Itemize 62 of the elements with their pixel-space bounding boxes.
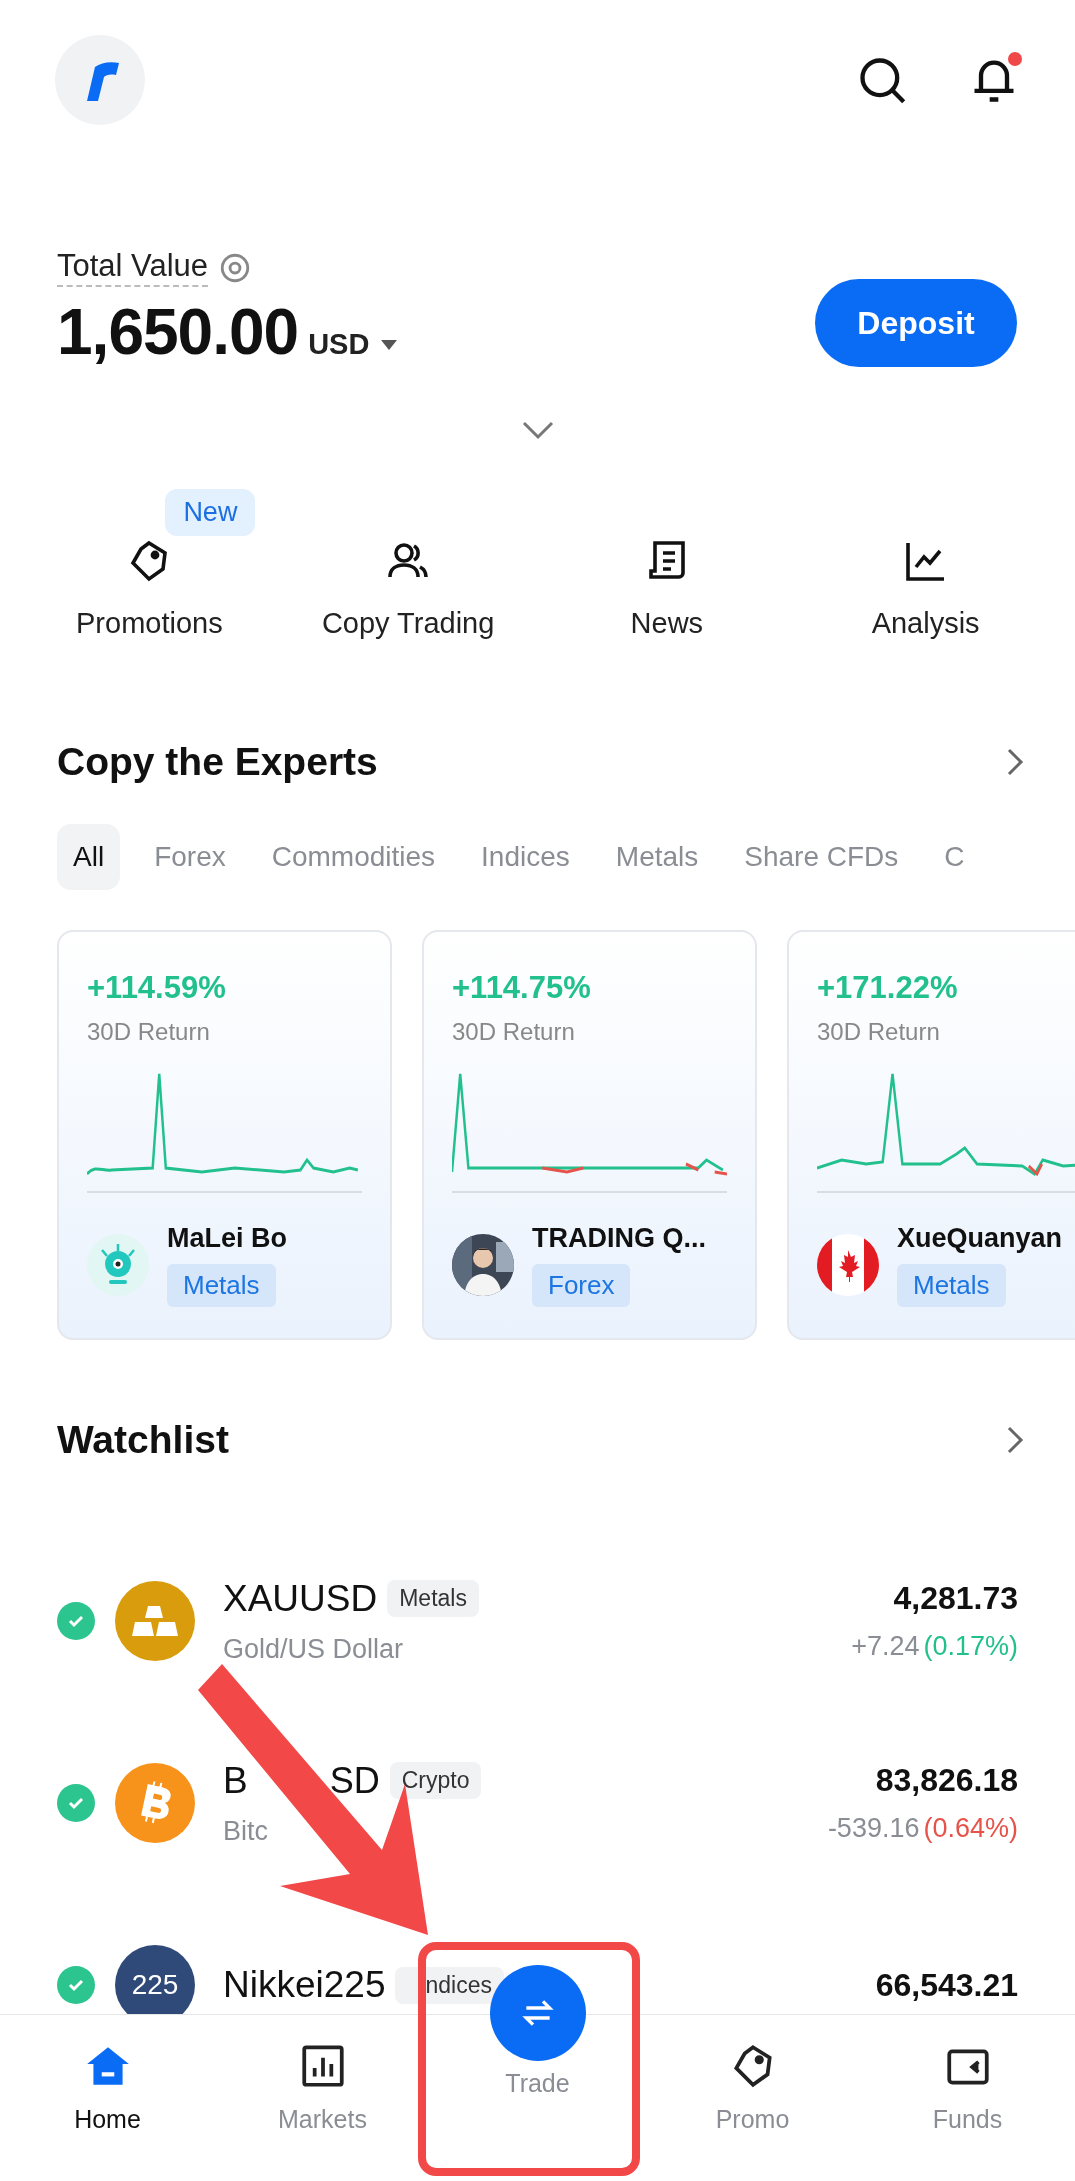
section-title: Watchlist [57,1418,229,1462]
price-change: -539.16 [827,1813,920,1844]
return-percent: +114.75% [452,970,592,1006]
nav-tab[interactable]: Home [0,2015,215,2181]
new-badge: New [165,489,256,536]
category-tab[interactable]: Commodities [255,824,452,890]
percent-change: (0.64%) [923,1813,1018,1844]
category-tab[interactable]: C [928,824,981,890]
total-value-label: Total Value [57,248,209,287]
chevron-right-icon[interactable] [1005,1425,1025,1455]
category-tag: Crypto [389,1762,482,1799]
expert-card[interactable]: +114.59% 30D Return MaLei Bo Metals [57,930,392,1340]
chevron-right-icon[interactable] [1005,747,1025,777]
robot-avatar [87,1234,149,1296]
expert-name: TRADING Q... [532,1223,706,1254]
asset-price: 66,543.21 [875,1966,1018,2004]
quick-action[interactable]: New Promotions [20,489,279,640]
asset-name: Gold/US Dollar [223,1633,405,1665]
category-tab[interactable]: Forex [138,824,242,890]
return-label: 30D Return [87,1018,211,1046]
category-tag: Metals [387,1580,479,1617]
category-tab[interactable]: Indices [465,824,586,890]
category-tab[interactable]: Share CFDs [728,824,915,890]
expert-card[interactable]: +114.75% 30D Return TRADING Q... Forex [422,930,757,1340]
nav-tab[interactable]: Markets [215,2015,430,2181]
return-percent: +114.59% [87,970,227,1006]
quick-action[interactable]: News [537,489,797,640]
quick-action[interactable]: Copy Trading [278,489,538,640]
price-change: +7.24 [851,1631,920,1662]
category-tab[interactable]: Metals [599,824,715,890]
coin-label: 225 [131,1969,179,2001]
total-value-amount: 1,650.00 [57,295,299,369]
category-tag: Metals [167,1264,276,1307]
asset-name: Bitc [223,1815,269,1847]
currency-selector[interactable]: USD [308,328,400,361]
asset-symbol: B [223,1759,248,1802]
category-tag: Metals [897,1264,1006,1307]
percent-change: (0.17%) [923,1631,1018,1662]
return-percent: +171.22% [817,970,959,1006]
category-tab[interactable]: All [57,824,121,890]
nav-tab[interactable]: Promo [645,2015,860,2181]
ingots-icon [132,1604,178,1638]
return-label: 30D Return [452,1018,576,1046]
nav-tab[interactable]: Funds [860,2015,1075,2181]
expert-name: XueQuanyan [897,1223,1063,1254]
asset-symbol: Nikkei225 [223,1964,386,2006]
check-icon[interactable] [57,1602,95,1640]
caret-icon [379,337,400,352]
asset-symbol: XAUUSD [223,1577,378,1620]
check-icon[interactable] [57,1784,95,1822]
asset-symbol: SD [329,1759,380,1802]
category-tag: Forex [532,1264,631,1307]
deposit-button[interactable]: Deposit [815,279,1017,367]
expert-card[interactable]: +171.22% 30D Return XueQuanyan Metals [787,930,1075,1340]
section-title: Copy the Experts [57,740,378,784]
chevron-down-icon[interactable] [520,419,555,441]
check-icon[interactable] [57,1966,95,2004]
quick-action[interactable]: Analysis [796,489,1055,640]
asset-price: 4,281.73 [893,1580,1018,1617]
asset-price: 83,826.18 [875,1762,1018,1799]
expert-name: MaLei Bo [167,1223,287,1254]
return-label: 30D Return [817,1018,941,1046]
